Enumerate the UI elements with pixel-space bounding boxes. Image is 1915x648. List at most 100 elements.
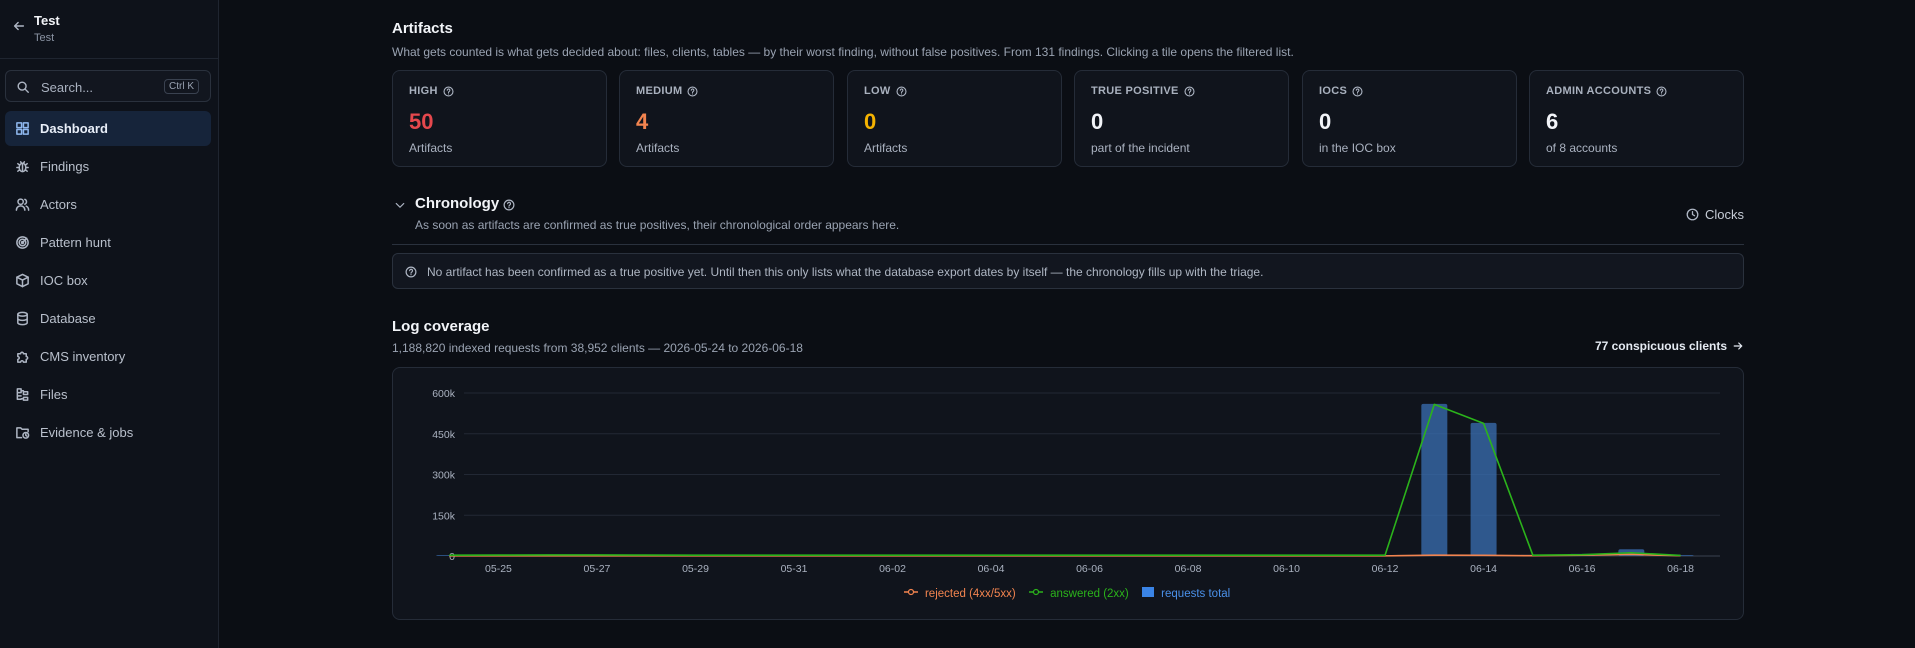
y-tick-label: 150k [432,510,456,522]
tile-iocs[interactable]: IOCS 0 in the IOC box [1302,70,1517,167]
tile-value: 50 [409,109,434,134]
sidebar-item-label: Actors [40,197,77,212]
sidebar-item-dashboard[interactable]: Dashboard [5,111,211,146]
help-icon [405,266,417,278]
tile-label: MEDIUM [636,85,698,97]
legend-label: answered (2xx) [1050,588,1129,600]
tile-sub: in the IOC box [1319,141,1396,155]
chevron-down-icon[interactable] [394,199,406,211]
help-icon[interactable] [443,85,454,97]
tile-sub: Artifacts [636,141,680,155]
sidebar-item-database[interactable]: Database [5,301,211,336]
legend-label: rejected (4xx/5xx) [924,588,1016,600]
x-tick-label: 06-14 [1470,563,1497,575]
x-tick-label: 06-08 [1175,563,1202,575]
sidebar-item-label: Evidence & jobs [40,425,134,440]
x-tick-label: 06-12 [1372,563,1399,575]
sidebar-item-label: Findings [40,159,90,174]
tile-label: HIGH [409,85,454,97]
sidebar-item-cms-inventory[interactable]: CMS inventory [5,339,211,374]
conspicuous-clients-link[interactable]: 77 conspicuous clients [1595,339,1744,353]
tile-sub: Artifacts [409,141,453,155]
tile-sub: Artifacts [864,141,908,155]
sidebar-item-pattern-hunt[interactable]: Pattern hunt [5,225,211,260]
x-tick-label: 06-06 [1076,563,1103,575]
chronology-description: As soon as artifacts are confirmed as tr… [415,218,900,232]
help-icon[interactable] [1184,85,1195,97]
box-icon [16,273,29,288]
y-tick-label: 300k [432,470,456,482]
tile-high[interactable]: HIGH 50 Artifacts [392,70,607,167]
tile-value: 6 [1546,109,1559,134]
sidebar-item-label: Files [40,387,68,402]
tile-value: 4 [636,109,649,134]
log-coverage-chart: 0 150k 300k 450k 600k 05-25 05-27 05-29 05-31 06-… [392,367,1744,620]
database-icon [17,311,28,326]
sidebar-item-findings[interactable]: Findings [5,149,211,184]
help-icon[interactable] [896,85,907,97]
artifacts-description: What gets counted is what gets decided a… [392,45,1294,59]
y-tick-label: 450k [432,429,456,441]
tile-true-positive[interactable]: TRUE POSITIVE 0 part of the incident [1074,70,1289,167]
bug-icon [16,161,29,173]
tile-sub: part of the incident [1091,141,1190,155]
line-marker-icon [903,588,918,596]
search-icon [17,81,29,93]
x-tick-label: 05-29 [682,563,709,575]
log-coverage-summary: 1,188,820 indexed requests from 38,952 c… [392,341,803,355]
search-shortcut-badge: Ctrl K [164,79,199,94]
bar [1421,403,1448,556]
search-box[interactable]: Search... Ctrl K [5,70,211,102]
bar-swatch-icon [1141,587,1154,597]
help-icon[interactable] [503,199,515,211]
sidebar: Test Test Search... Ctrl K Dashboard Fin… [0,0,219,648]
tile-label: LOW [864,85,907,97]
artifact-tiles: HIGH 50 Artifacts MEDIUM 4 Artifacts LOW… [392,70,1744,167]
legend-label: requests total [1161,588,1231,600]
chart-svg: 0 150k 300k 450k 600k 05-25 05-27 05-29 05-31 06-… [432,388,1720,575]
tile-low[interactable]: LOW 0 Artifacts [847,70,1062,167]
users-icon [15,198,30,211]
workspace-name: Test [34,13,60,28]
x-tick-label: 05-31 [781,563,808,575]
tile-medium[interactable]: MEDIUM 4 Artifacts [619,70,834,167]
back-arrow-icon[interactable] [12,19,26,33]
x-tick-label: 06-04 [978,563,1005,575]
workspace-header: Test Test [0,0,218,59]
tile-value: 0 [864,109,877,134]
tile-value: 0 [1091,109,1104,134]
tile-label: TRUE POSITIVE [1091,85,1195,97]
tile-value: 0 [1319,109,1332,134]
sidebar-item-label: Database [40,311,96,326]
legend-item-requests-total[interactable]: requests total [1141,587,1233,600]
sidebar-item-label: CMS inventory [40,349,126,364]
sidebar-item-evidence-jobs[interactable]: Evidence & jobs [5,415,211,450]
y-tick-label: 600k [432,388,456,400]
line-marker-icon [1028,588,1043,596]
sidebar-item-label: Dashboard [40,121,108,136]
tile-admin-accounts[interactable]: ADMIN ACCOUNTS 6 of 8 accounts [1529,70,1744,167]
x-tick-label: 06-02 [879,563,906,575]
folder-clock-icon [16,427,30,439]
sidebar-item-files[interactable]: Files [5,377,211,412]
chronology-notice: No artifact has been confirmed as a true… [392,253,1744,289]
chronology-header: Chronology As soon as artifacts are conf… [392,190,1744,245]
legend-item-answered[interactable]: answered (2xx) [1028,587,1132,600]
arrow-right-icon [1733,342,1743,350]
artifacts-title: Artifacts [392,20,453,37]
search-input[interactable]: Search... [41,80,93,95]
y-tick-label: 0 [449,551,455,563]
help-icon[interactable] [687,85,698,97]
dashboard-icon [16,122,29,135]
notice-text: No artifact has been confirmed as a true… [427,265,1264,279]
x-tick-label: 06-10 [1273,563,1300,575]
clocks-button[interactable]: Clocks [1686,207,1744,222]
help-icon[interactable] [1352,85,1363,97]
workspace-subtitle: Test [34,32,55,44]
bar [1470,422,1497,556]
sidebar-item-ioc-box[interactable]: IOC box [5,263,211,298]
legend-item-rejected[interactable]: rejected (4xx/5xx) [903,587,1019,600]
conspicuous-clients-label: 77 conspicuous clients [1594,339,1727,353]
help-icon[interactable] [1656,85,1667,97]
sidebar-item-actors[interactable]: Actors [5,187,211,222]
